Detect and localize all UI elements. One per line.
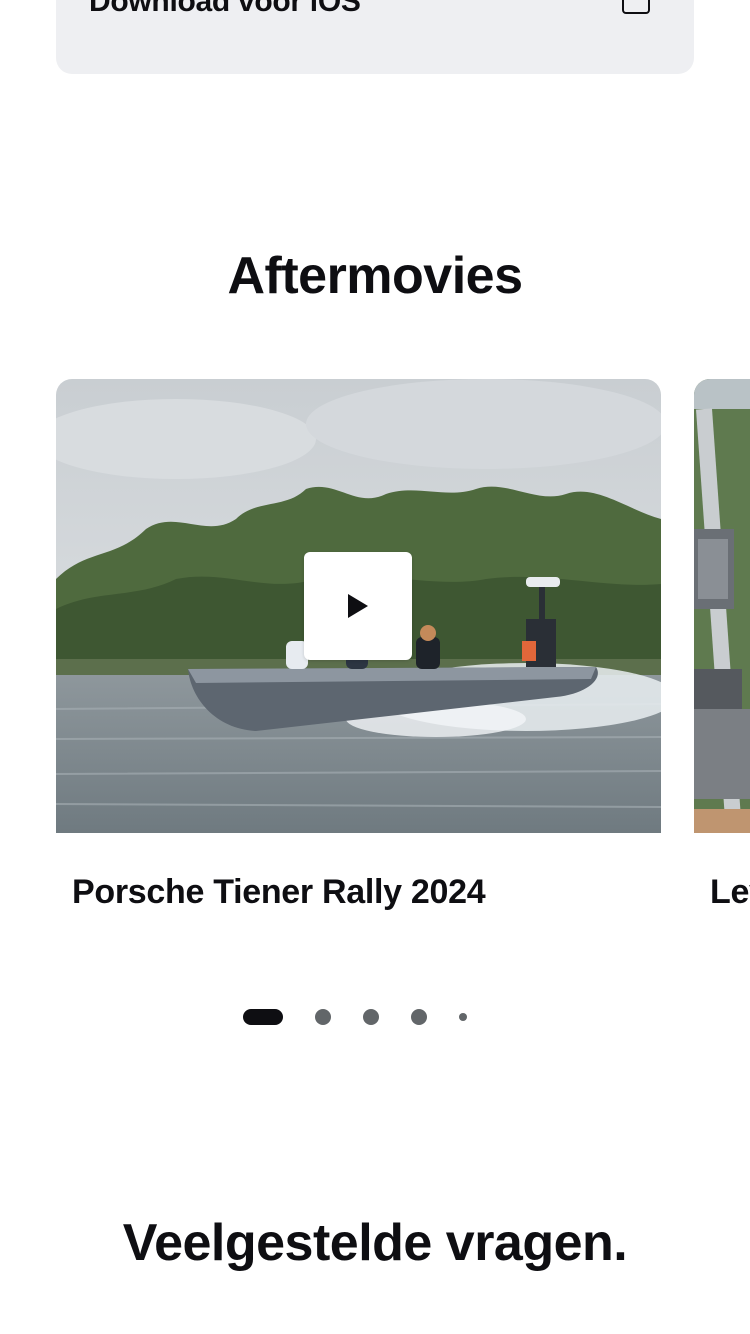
play-icon	[348, 594, 368, 618]
external-link-icon	[622, 0, 650, 14]
aftermovies-heading: Aftermovies	[227, 247, 523, 305]
play-button[interactable]	[304, 552, 412, 660]
pagination-dot[interactable]	[411, 1009, 427, 1025]
download-ios-button[interactable]: Download voor iOS	[56, 0, 694, 74]
slide-caption: Lev	[710, 873, 750, 911]
slide-caption: Porsche Tiener Rally 2024	[72, 873, 486, 911]
carousel-slide[interactable]: Porsche Tiener Rally 2024	[56, 379, 661, 911]
carousel-slide[interactable]: Lev	[694, 379, 750, 911]
video-thumbnail-aerial-town[interactable]	[694, 379, 750, 833]
aerial-town-image	[694, 379, 750, 833]
pagination-dot[interactable]	[315, 1009, 331, 1025]
download-ios-label: Download voor iOS	[89, 0, 361, 18]
pagination-dot[interactable]	[363, 1009, 379, 1025]
pagination-dot-active[interactable]	[243, 1009, 283, 1025]
pagination-dot-more[interactable]	[459, 1013, 467, 1021]
carousel-pagination	[0, 1008, 750, 1026]
faq-heading: Veelgestelde vragen.	[122, 1214, 628, 1272]
page: Download voor iOS Aftermovies Porsche Ti…	[0, 0, 750, 1334]
aftermovies-carousel[interactable]: Porsche Tiener Rally 2024 Lev	[0, 379, 750, 939]
video-thumbnail-speedboat[interactable]	[56, 379, 661, 833]
